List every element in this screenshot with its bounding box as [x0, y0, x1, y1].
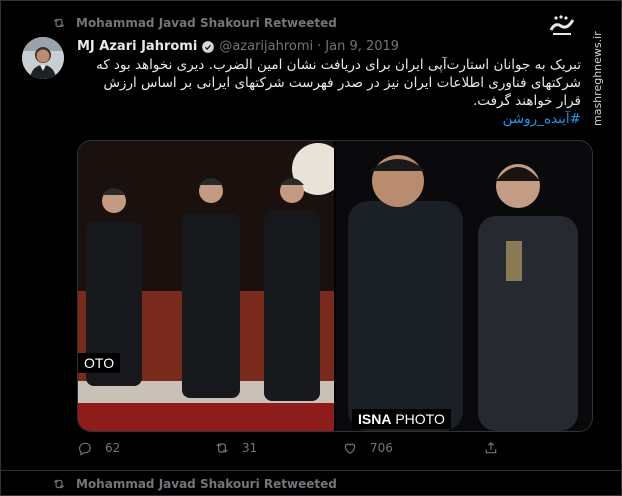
avatar[interactable]: [22, 37, 64, 79]
right-photo-credit-bold: ISNA: [358, 411, 392, 427]
left-photo-credit: OTO: [78, 353, 121, 373]
retweet-icon: [53, 18, 65, 28]
hashtag-link[interactable]: #آینده_روشن: [77, 110, 581, 128]
share-button[interactable]: [483, 440, 511, 456]
next-retweet-label[interactable]: Mohammad Javad Shakouri Retweeted: [76, 477, 337, 491]
reply-button[interactable]: 62: [77, 440, 120, 456]
right-photo: [336, 141, 592, 431]
tweet-text-block: تبریک به جوانان استارت‌آپی ایران برای در…: [77, 56, 581, 128]
like-button[interactable]: 706: [342, 440, 393, 456]
verified-badge-icon: [202, 40, 215, 53]
header-separator: ·: [317, 39, 322, 54]
right-photo-credit: ISNA PHOTO: [352, 409, 451, 429]
retweet-button[interactable]: 31: [214, 440, 257, 456]
heart-icon: [344, 443, 356, 455]
left-photo-credit-text: OTO: [84, 355, 115, 371]
reply-count: 62: [105, 441, 121, 455]
retweet-action-icon: [216, 443, 228, 453]
retweet-header[interactable]: Mohammad Javad Shakouri Retweeted: [52, 16, 337, 30]
tweet-media[interactable]: OTO ISNA PHOTO: [77, 140, 593, 432]
like-count: 706: [370, 441, 393, 455]
svg-text:mashreghnews.ir: mashreghnews.ir: [591, 31, 604, 126]
author-handle[interactable]: @azarijahromi: [219, 39, 313, 54]
retweet-count: 31: [242, 441, 258, 455]
retweet-icon: [53, 479, 65, 489]
watermark-text: mashreghnews.ir: [591, 31, 604, 126]
mashregh-logo-icon: [549, 15, 575, 35]
tweet-divider: [0, 470, 622, 471]
right-photo-credit-text: PHOTO: [391, 411, 445, 427]
tweet-date[interactable]: Jan 9, 2019: [325, 39, 399, 54]
tweet-header: MJ Azari Jahromi @azarijahromi · Jan 9, …: [77, 39, 399, 54]
author-name[interactable]: MJ Azari Jahromi: [77, 39, 197, 54]
reply-icon: [79, 442, 91, 456]
tweet-text: تبریک به جوانان استارت‌آپی ایران برای در…: [95, 57, 581, 109]
left-photo: [78, 141, 344, 431]
retweet-label[interactable]: Mohammad Javad Shakouri Retweeted: [76, 16, 337, 30]
share-icon: [485, 441, 497, 454]
avatar-image: [22, 37, 64, 79]
tweet-actions: 62 31 706: [77, 440, 517, 462]
media-photos: [78, 141, 592, 431]
next-retweet-header[interactable]: Mohammad Javad Shakouri Retweeted: [52, 477, 337, 491]
